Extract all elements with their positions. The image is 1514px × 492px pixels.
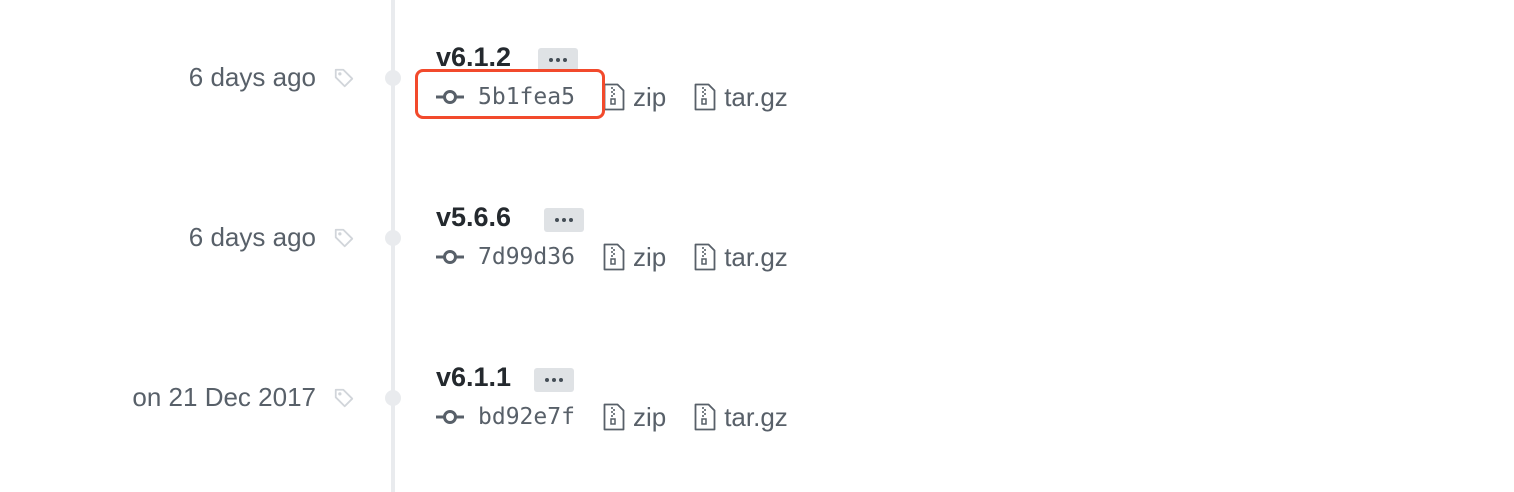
file-zip-icon <box>603 403 625 431</box>
file-zip-icon <box>603 243 625 271</box>
commit-sha: 7d99d36 <box>478 244 575 270</box>
release-meta: 7d99d36 zip tar.gz <box>436 240 788 274</box>
git-commit-icon <box>436 410 464 424</box>
release-version[interactable]: v6.1.1 <box>436 362 511 393</box>
targz-label: tar.gz <box>724 401 788 432</box>
zip-label: zip <box>632 241 667 272</box>
commit-link[interactable]: bd92e7f <box>436 404 575 430</box>
release-item: on 21 Dec 2017 v6.1.1 bd92e7f zip tar.gz <box>0 0 1514 432</box>
commit-sha: bd92e7f <box>478 404 575 430</box>
commit-link[interactable]: 7d99d36 <box>436 244 575 270</box>
ellipsis-icon <box>545 378 549 382</box>
release-date: on 21 Dec 2017 <box>132 382 316 412</box>
download-targz-link[interactable]: tar.gz <box>694 242 788 273</box>
release-version[interactable]: v5.6.6 <box>436 202 511 233</box>
tag-icon <box>334 228 354 248</box>
targz-label: tar.gz <box>724 241 788 272</box>
release-date: 6 days ago <box>188 222 316 252</box>
zip-label: zip <box>632 401 667 432</box>
release-meta: bd92e7f zip tar.gz <box>436 400 788 434</box>
download-zip-link[interactable]: zip <box>603 402 666 433</box>
download-zip-link[interactable]: zip <box>603 242 666 273</box>
file-zip-icon <box>694 243 716 271</box>
more-options-button[interactable] <box>544 208 584 232</box>
releases-timeline: 6 days ago v6.1.2 5b1fea5 zip tar.gz 6 d… <box>0 0 1514 492</box>
git-commit-icon <box>436 250 464 264</box>
timeline-dot <box>385 230 401 246</box>
download-targz-link[interactable]: tar.gz <box>694 402 788 433</box>
more-options-button[interactable] <box>534 368 574 392</box>
ellipsis-icon <box>555 218 559 222</box>
tag-icon <box>334 388 354 408</box>
file-zip-icon <box>694 403 716 431</box>
timeline-dot <box>385 390 401 406</box>
